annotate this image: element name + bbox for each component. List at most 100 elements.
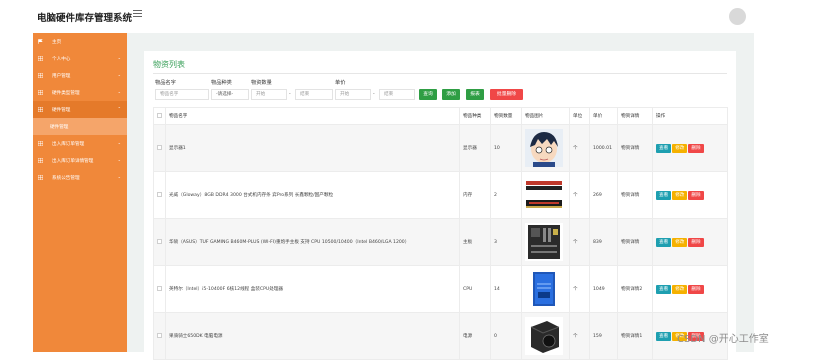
- grid-icon: [38, 175, 43, 180]
- cell-type: 电源: [459, 312, 491, 360]
- cell-price: 159: [589, 312, 618, 360]
- select-all-checkbox[interactable]: [157, 112, 162, 118]
- delete-button[interactable]: 删除: [688, 284, 704, 294]
- cell-qty: 0: [490, 312, 522, 360]
- cell-actions: 查看 修改 删除: [652, 124, 728, 172]
- cell-unit: 个: [569, 265, 590, 313]
- sidebar-item-announcements[interactable]: 系统公告管理 ⌄: [33, 169, 127, 186]
- price-start-input[interactable]: 开始: [335, 89, 371, 100]
- sidebar-item-hardware[interactable]: 硬件管理 ⌃: [33, 101, 127, 118]
- view-button[interactable]: 查看: [656, 237, 672, 247]
- qty-filter-label: 物资数量: [251, 80, 272, 86]
- panel-title: 物资列表: [153, 60, 185, 69]
- cell-type: 主板: [459, 218, 491, 266]
- chevron-down-icon: ⌄: [117, 140, 121, 145]
- sidebar-item-home[interactable]: 主页: [33, 33, 127, 50]
- row-checkbox[interactable]: [157, 285, 162, 291]
- batch-delete-button[interactable]: 批量删除: [490, 89, 523, 100]
- cell-unit: 个: [569, 312, 590, 360]
- qty-end-input[interactable]: 结束: [295, 89, 333, 100]
- report-button[interactable]: 报表: [466, 89, 484, 100]
- row-checkbox[interactable]: [157, 144, 162, 150]
- anime-avatar-image[interactable]: [525, 129, 563, 167]
- sidebar-item-label: 出入库订单管理: [52, 142, 85, 147]
- cell-name: 华硕（ASUS）TUF GAMING B460M-PLUS (WI-FI)重炮手…: [165, 218, 460, 266]
- qty-start-input[interactable]: 开始: [251, 89, 287, 100]
- cell-qty: 2: [490, 171, 522, 219]
- sidebar-item-label: 出入库订单详情管理: [52, 159, 94, 164]
- search-button[interactable]: 查询: [419, 89, 437, 100]
- cell-type: 显示器: [459, 124, 491, 172]
- sidebar-item-label: 主页: [52, 40, 62, 45]
- cell-name: 果骑骑士650DK 电脑电源: [165, 312, 460, 360]
- column-header: 操作: [652, 107, 728, 125]
- flag-icon: [38, 39, 43, 44]
- cell-type: 内存: [459, 171, 491, 219]
- table-row: 显示器1 显示器 10 个 1000.01 物资详情 查看 修改 删除: [153, 124, 728, 172]
- edit-button[interactable]: 修改: [672, 190, 688, 200]
- range-dash: -: [373, 91, 375, 97]
- delete-button[interactable]: 删除: [688, 237, 704, 247]
- select-all-cell: [153, 107, 166, 125]
- delete-button[interactable]: 删除: [688, 143, 704, 153]
- edit-button[interactable]: 修改: [672, 284, 688, 294]
- row-checkbox[interactable]: [157, 238, 162, 244]
- hardware-table: 物品名字 物品种类 物资数量 物品图片 单位 单价 物资详情 操作 显示器1 显…: [153, 107, 728, 360]
- cell-detail: 物资详情: [617, 171, 653, 219]
- grid-icon: [38, 90, 43, 95]
- cell-price: 1049: [589, 265, 618, 313]
- delete-button[interactable]: 删除: [688, 190, 704, 200]
- add-button[interactable]: 添加: [442, 89, 460, 100]
- price-end-input[interactable]: 结束: [379, 89, 415, 100]
- menu-toggle-icon[interactable]: [133, 10, 142, 18]
- power-supply-image[interactable]: [525, 317, 563, 355]
- cell-qty: 3: [490, 218, 522, 266]
- cpu-box-image[interactable]: [525, 270, 563, 308]
- sidebar-item-users[interactable]: 用户管理 ⌄: [33, 67, 127, 84]
- motherboard-image[interactable]: [525, 223, 563, 261]
- grid-icon: [38, 158, 43, 163]
- sidebar-item-order-details[interactable]: 出入库订单详情管理 ⌄: [33, 152, 127, 169]
- edit-button[interactable]: 修改: [672, 237, 688, 247]
- view-button[interactable]: 查看: [656, 190, 672, 200]
- sidebar-item-hardware-types[interactable]: 硬件类型管理 ⌄: [33, 84, 127, 101]
- cell-image: [521, 265, 570, 313]
- app-title: 电脑硬件库存管理系统: [37, 13, 133, 24]
- cell-detail: 物资详情2: [617, 265, 653, 313]
- sidebar-item-orders[interactable]: 出入库订单管理 ⌄: [33, 135, 127, 152]
- range-dash: -: [289, 91, 291, 97]
- cell-qty: 10: [490, 124, 522, 172]
- sidebar-item-label: 用户管理: [52, 74, 71, 79]
- table-header-row: 物品名字 物品种类 物资数量 物品图片 单位 单价 物资详情 操作: [153, 107, 728, 125]
- sidebar: 主页 个人中心 ⌄ 用户管理 ⌄ 硬件类型管理 ⌄ 硬件管理 ⌃ 硬件管理 出入…: [33, 33, 127, 352]
- grid-icon: [38, 107, 43, 112]
- avatar[interactable]: [729, 8, 746, 25]
- view-button[interactable]: 查看: [656, 143, 672, 153]
- cell-image: [521, 171, 570, 219]
- sidebar-subitem-hardware[interactable]: 硬件管理: [33, 118, 127, 135]
- name-filter-input[interactable]: 物品名字: [155, 89, 209, 100]
- cell-price: 269: [589, 171, 618, 219]
- row-checkbox[interactable]: [157, 191, 162, 197]
- type-filter-select[interactable]: -请选择-: [211, 89, 249, 100]
- sidebar-item-label: 硬件类型管理: [52, 91, 80, 96]
- edit-button[interactable]: 修改: [672, 143, 688, 153]
- ram-stick-image[interactable]: [525, 176, 563, 214]
- cell-actions: 查看 修改 删除: [652, 218, 728, 266]
- view-button[interactable]: 查看: [656, 331, 672, 341]
- cell-qty: 14: [490, 265, 522, 313]
- cell-actions: 查看 修改 删除: [652, 265, 728, 313]
- view-button[interactable]: 查看: [656, 284, 672, 294]
- list-panel: 物资列表 物品名字 物品名字 物品种类 -请选择- 物资数量 开始 - 结束 单…: [144, 51, 736, 360]
- chevron-down-icon: ⌄: [117, 157, 121, 162]
- cell-name: 英特尔（Intel）i5-10400F 6核12线程 盒装CPU处理器: [165, 265, 460, 313]
- cell-image: [521, 312, 570, 360]
- cell-unit: 个: [569, 124, 590, 172]
- column-header: 物资数量: [490, 107, 522, 125]
- row-checkbox[interactable]: [157, 332, 162, 338]
- sidebar-subitem-label: 硬件管理: [50, 125, 69, 130]
- sidebar-item-profile[interactable]: 个人中心 ⌄: [33, 50, 127, 67]
- grid-icon: [38, 56, 43, 61]
- grid-icon: [38, 73, 43, 78]
- type-filter-value: -请选择-: [216, 92, 234, 97]
